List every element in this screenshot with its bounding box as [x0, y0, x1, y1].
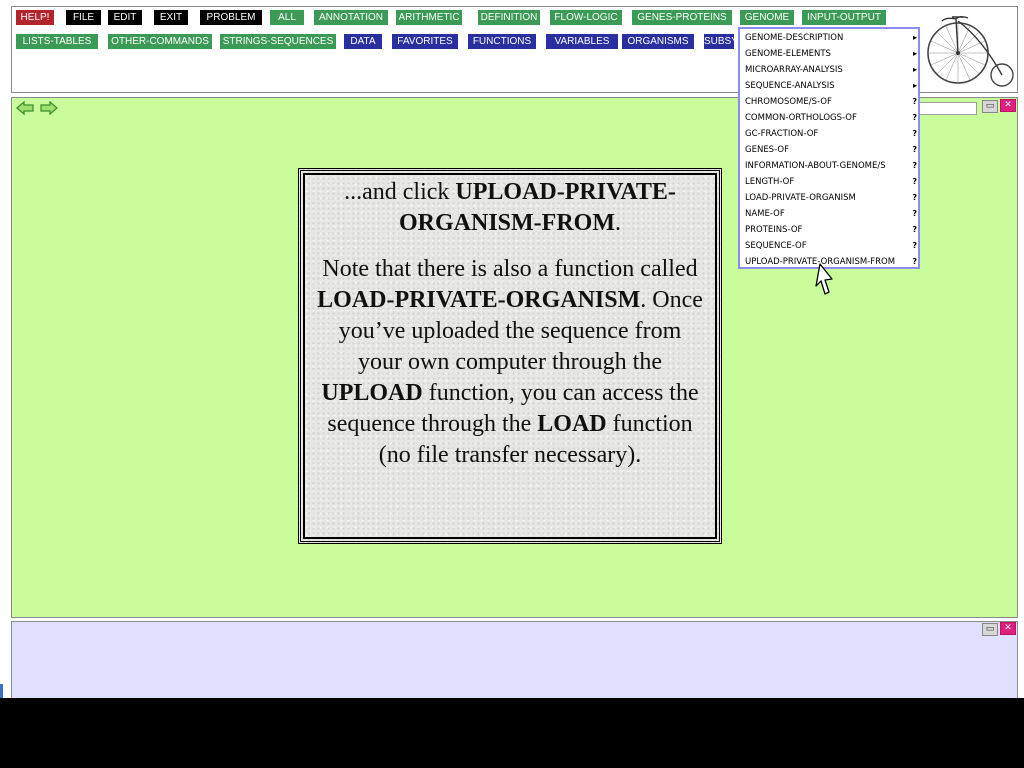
help-question-icon[interactable]: ?	[912, 222, 917, 238]
submenu-arrow-icon: ▸	[912, 65, 917, 74]
other-commands-button[interactable]: OTHER-COMMANDS	[108, 34, 212, 49]
variables-button[interactable]: VARIABLES	[546, 34, 618, 49]
menu-item-label: SEQUENCE-ANALYSIS	[745, 81, 835, 91]
help-question-icon[interactable]: ?	[912, 110, 917, 126]
menu-item-length-of[interactable]: LENGTH-OF?	[745, 174, 917, 190]
help-question-icon[interactable]: ?	[912, 238, 917, 254]
menu-item-label: COMMON-ORTHOLOGS-OF	[745, 113, 857, 123]
menu-item-label: GENOME-ELEMENTS	[745, 49, 831, 59]
menu-item-label: INFORMATION-ABOUT-GENOME/S	[745, 161, 886, 171]
note-text: .	[614, 210, 621, 236]
output-pane[interactable]: ▭ ✕	[11, 621, 1018, 701]
note-text: ...and click	[344, 179, 456, 205]
menu-item-label: NAME-OF	[745, 209, 785, 219]
submenu-arrow-icon: ▸	[912, 49, 917, 58]
close-icon[interactable]: ✕	[1000, 622, 1016, 635]
menu-item-genes-of[interactable]: GENES-OF?	[745, 142, 917, 158]
note-bold-term: LOAD	[537, 411, 607, 437]
menu-item-common-orthologs-of[interactable]: COMMON-ORTHOLOGS-OF?	[745, 110, 917, 126]
help-question-icon[interactable]: ?	[912, 126, 917, 142]
mouse-pointer-icon	[815, 263, 833, 295]
menu-item-sequence-of[interactable]: SEQUENCE-OF?	[745, 238, 917, 254]
menu-item-label: SEQUENCE-OF	[745, 241, 807, 251]
submenu-arrow-icon: ▸	[912, 33, 917, 42]
search-input[interactable]	[919, 102, 977, 115]
functions-button[interactable]: FUNCTIONS	[468, 34, 536, 49]
file-button[interactable]: FILE	[66, 10, 101, 25]
note-paragraph-2: Note that there is also a function calle…	[317, 254, 703, 471]
help-button[interactable]: HELP!	[16, 10, 54, 25]
help-question-icon[interactable]: ?	[912, 142, 917, 158]
organisms-button[interactable]: ORGANISMS	[622, 34, 694, 49]
help-question-icon[interactable]: ?	[912, 94, 917, 110]
genome-button[interactable]: GENOME	[740, 10, 794, 25]
edge-strip	[0, 684, 3, 698]
close-icon[interactable]: ✕	[1000, 99, 1016, 112]
tutorial-note-box: ...and click UPLOAD-PRIVATE-ORGANISM-FRO…	[298, 168, 722, 544]
flow-logic-button[interactable]: FLOW-LOGIC	[550, 10, 622, 25]
submenu-arrow-icon: ▸	[912, 81, 917, 90]
data-button[interactable]: DATA	[344, 34, 382, 49]
back-arrow-icon[interactable]	[16, 101, 34, 115]
menu-item-label: CHROMOSOME/S-OF	[745, 97, 832, 107]
problem-button[interactable]: PROBLEM	[200, 10, 262, 25]
note-bold-term: LOAD-PRIVATE-ORGANISM	[317, 287, 641, 313]
menu-item-gc-fraction-of[interactable]: GC-FRACTION-OF?	[745, 126, 917, 142]
menu-item-name-of[interactable]: NAME-OF?	[745, 206, 917, 222]
menu-item-genome-elements[interactable]: GENOME-ELEMENTS ▸	[745, 46, 917, 62]
genes-proteins-button[interactable]: GENES-PROTEINS	[632, 10, 732, 25]
penny-farthing-logo	[927, 16, 1014, 87]
screen-bottom-bar	[0, 698, 1024, 768]
help-question-icon[interactable]: ?	[912, 190, 917, 206]
menu-item-label: GENES-OF	[745, 145, 789, 155]
lists-tables-button[interactable]: LISTS-TABLES	[16, 34, 98, 49]
arithmetic-button[interactable]: ARITHMETIC	[396, 10, 462, 25]
menu-item-label: MICROARRAY-ANALYSIS	[745, 65, 843, 75]
subsystems-button[interactable]: SUBSYSTEMS	[704, 34, 734, 49]
menu-item-label: GENOME-DESCRIPTION	[745, 33, 844, 43]
help-question-icon[interactable]: ?	[912, 158, 917, 174]
menu-item-load-private-organism[interactable]: LOAD-PRIVATE-ORGANISM?	[745, 190, 917, 206]
exit-button[interactable]: EXIT	[154, 10, 188, 25]
forward-arrow-icon[interactable]	[40, 101, 58, 115]
all-button[interactable]: ALL	[270, 10, 304, 25]
definition-button[interactable]: DEFINITION	[478, 10, 540, 25]
menu-item-chromosome-s-of[interactable]: CHROMOSOME/S-OF?	[745, 94, 917, 110]
strings-sequences-button[interactable]: STRINGS-SEQUENCES	[220, 34, 336, 49]
menu-item-label: PROTEINS-OF	[745, 225, 803, 235]
menu-item-label: GC-FRACTION-OF	[745, 129, 819, 139]
help-question-icon[interactable]: ?	[912, 254, 917, 270]
input-output-button[interactable]: INPUT-OUTPUT	[802, 10, 886, 25]
note-text: Note that there is also a function calle…	[322, 256, 698, 282]
note-bold-term: UPLOAD	[321, 380, 423, 406]
menu-item-genome-description[interactable]: GENOME-DESCRIPTION ▸	[745, 30, 917, 46]
minimize-icon[interactable]: ▭	[982, 623, 998, 636]
menu-item-label: LOAD-PRIVATE-ORGANISM	[745, 193, 856, 203]
help-question-icon[interactable]: ?	[912, 174, 917, 190]
menu-item-information-about-genome-s[interactable]: INFORMATION-ABOUT-GENOME/S?	[745, 158, 917, 174]
edit-button[interactable]: EDIT	[108, 10, 142, 25]
help-question-icon[interactable]: ?	[912, 206, 917, 222]
menu-item-label: LENGTH-OF	[745, 177, 795, 187]
favorites-button[interactable]: FAVORITES	[392, 34, 458, 49]
annotation-button[interactable]: ANNOTATION	[314, 10, 388, 25]
note-paragraph-1: ...and click UPLOAD-PRIVATE-ORGANISM-FRO…	[317, 177, 703, 239]
menu-item-sequence-analysis[interactable]: SEQUENCE-ANALYSIS ▸	[745, 78, 917, 94]
menu-item-microarray-analysis[interactable]: MICROARRAY-ANALYSIS ▸	[745, 62, 917, 78]
menu-item-proteins-of[interactable]: PROTEINS-OF?	[745, 222, 917, 238]
minimize-icon[interactable]: ▭	[982, 100, 998, 113]
genome-dropdown-menu: GENOME-DESCRIPTION ▸ GENOME-ELEMENTS ▸ MICRO…	[738, 27, 920, 269]
